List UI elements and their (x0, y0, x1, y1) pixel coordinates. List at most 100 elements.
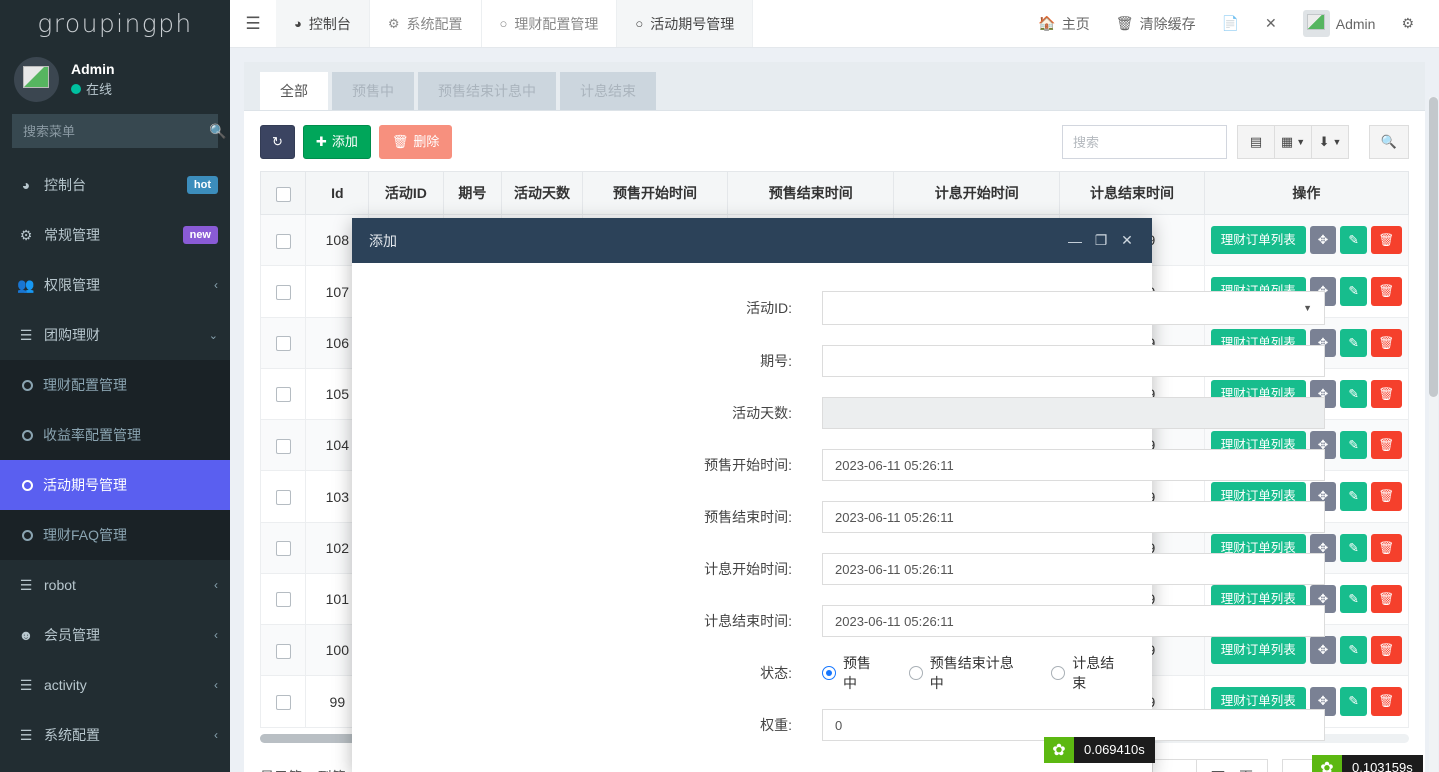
row-select-cell[interactable] (261, 471, 306, 522)
edit-button[interactable]: ✎ (1340, 585, 1367, 613)
sidebar-item-groupbuy[interactable]: ☰ 团购理财 ⌄ (0, 310, 230, 360)
delete-row-button[interactable]: 🗑 (1371, 431, 1402, 459)
move-button[interactable]: ✥ (1310, 226, 1337, 254)
checkbox-icon[interactable] (276, 541, 291, 556)
sidebar-item-permissions[interactable]: 👥 权限管理 ‹ (0, 260, 230, 310)
col-interest-start[interactable]: 计息开始时间 (894, 172, 1060, 215)
col-id[interactable]: Id (306, 172, 369, 215)
row-select-cell[interactable] (261, 625, 306, 676)
radio-icon[interactable] (822, 666, 836, 680)
row-select-cell[interactable] (261, 215, 306, 266)
edit-button[interactable]: ✎ (1340, 482, 1367, 510)
checkbox-icon[interactable] (276, 336, 291, 351)
row-select-cell[interactable] (261, 676, 306, 727)
menu-search-input[interactable] (13, 124, 209, 139)
menu-search[interactable]: 🔍 (12, 114, 218, 148)
status-option-presale[interactable]: 预售中 (822, 653, 885, 693)
checkbox-icon[interactable] (276, 490, 291, 505)
tab-activity-period[interactable]: ○ 活动期号管理 (617, 0, 753, 47)
sidebar-subitem-yield-config[interactable]: 收益率配置管理 (0, 410, 230, 460)
refresh-button[interactable]: ↻ (260, 125, 295, 159)
delete-row-button[interactable]: 🗑 (1371, 687, 1402, 715)
row-select-cell[interactable] (261, 522, 306, 573)
row-select-cell[interactable] (261, 573, 306, 624)
interest-start-input[interactable] (822, 553, 1325, 585)
sidebar-item-dashboard[interactable]: ◕ 控制台 hot (0, 160, 230, 210)
delete-row-button[interactable]: 🗑 (1371, 636, 1402, 664)
col-interest-end[interactable]: 计息结束时间 (1060, 172, 1204, 215)
delete-row-button[interactable]: 🗑 (1371, 534, 1402, 562)
checkbox-icon[interactable] (276, 234, 291, 249)
checkbox-icon[interactable] (276, 187, 291, 202)
tab-dashboard[interactable]: ◕ 控制台 (276, 0, 370, 47)
interest-end-input[interactable] (822, 605, 1325, 637)
sidebar-item-system-config[interactable]: ☰ 系统配置 ‹ (0, 710, 230, 760)
page-scrollbar-thumb[interactable] (1429, 97, 1438, 397)
delete-button[interactable]: 🗑 删除 (379, 125, 453, 159)
checkbox-icon[interactable] (276, 387, 291, 402)
checkbox-icon[interactable] (276, 439, 291, 454)
page-scrollbar[interactable] (1429, 97, 1438, 772)
search-input[interactable] (1062, 125, 1227, 159)
col-activity-id[interactable]: 活动ID (369, 172, 443, 215)
col-presale-start[interactable]: 预售开始时间 (582, 172, 727, 215)
delete-row-button[interactable]: 🗑 (1371, 380, 1402, 408)
sidebar-item-general[interactable]: ⚙ 常规管理 new (0, 210, 230, 260)
select-all-header[interactable] (261, 172, 306, 215)
period-input[interactable] (822, 345, 1325, 377)
user-menu-button[interactable]: Admin (1290, 0, 1389, 48)
content-tab-ended[interactable]: 计息结束 (560, 72, 656, 110)
col-presale-end[interactable]: 预售结束时间 (728, 172, 894, 215)
content-tab-all[interactable]: 全部 (260, 72, 328, 110)
checkbox-icon[interactable] (276, 592, 291, 607)
edit-button[interactable]: ✎ (1340, 226, 1367, 254)
edit-button[interactable]: ✎ (1340, 687, 1367, 715)
tab-finance-config[interactable]: ○ 理财配置管理 (482, 0, 618, 47)
delete-row-button[interactable]: 🗑 (1371, 482, 1402, 510)
radio-icon[interactable] (1051, 666, 1065, 680)
sidebar-subitem-activity-period[interactable]: 活动期号管理 (0, 460, 230, 510)
status-option-accruing[interactable]: 预售结束计息中 (909, 653, 1028, 693)
delete-row-button[interactable]: 🗑 (1371, 226, 1402, 254)
delete-row-button[interactable]: 🗑 (1371, 277, 1402, 305)
radio-icon[interactable] (909, 666, 923, 680)
order-list-button[interactable]: 理财订单列表 (1211, 226, 1306, 254)
checkbox-icon[interactable] (276, 695, 291, 710)
col-days[interactable]: 活动天数 (502, 172, 582, 215)
sidebar-item-activity[interactable]: ☰ activity ‹ (0, 660, 230, 710)
close-icon[interactable]: ✕ (1114, 226, 1140, 256)
edit-button[interactable]: ✎ (1340, 329, 1367, 357)
presale-start-input[interactable] (822, 449, 1325, 481)
advanced-search-button[interactable]: 🔍 (1369, 125, 1409, 159)
menu-toggle-button[interactable]: ☰ (230, 0, 276, 47)
sidebar-subitem-finance-config[interactable]: 理财配置管理 (0, 360, 230, 410)
home-button[interactable]: 🏠 主页 (1025, 0, 1102, 48)
sidebar-item-robot[interactable]: ☰ robot ‹ (0, 560, 230, 610)
page-11[interactable]: 11 (1152, 759, 1197, 772)
delete-row-button[interactable]: 🗑 (1371, 585, 1402, 613)
row-select-cell[interactable] (261, 266, 306, 317)
activity-id-select[interactable]: ▼ (822, 291, 1325, 325)
brand-logo[interactable]: groupingph (0, 0, 230, 48)
row-select-cell[interactable] (261, 368, 306, 419)
presale-end-input[interactable] (822, 501, 1325, 533)
col-period[interactable]: 期号 (443, 172, 502, 215)
add-button[interactable]: ✚ 添加 (303, 125, 371, 159)
maximize-icon[interactable]: ❐ (1088, 226, 1114, 256)
content-tab-presale[interactable]: 预售中 (332, 72, 414, 110)
status-option-ended[interactable]: 计息结束 (1051, 653, 1128, 693)
columns-button[interactable]: ▦▼ (1274, 125, 1312, 159)
tab-system-config[interactable]: ⚙ 系统配置 (370, 0, 482, 47)
fullscreen-button[interactable]: ✕ (1252, 0, 1290, 48)
row-select-cell[interactable] (261, 317, 306, 368)
minimize-icon[interactable]: — (1062, 226, 1088, 256)
content-tab-accruing[interactable]: 预售结束计息中 (418, 72, 556, 110)
sidebar-item-members[interactable]: ☻ 会员管理 ‹ (0, 610, 230, 660)
edit-button[interactable]: ✎ (1340, 277, 1367, 305)
order-list-button[interactable]: 理财订单列表 (1211, 636, 1306, 664)
clear-cache-button[interactable]: 🗑 清除缓存 (1103, 0, 1209, 48)
clipboard-button[interactable]: 📄 (1209, 0, 1252, 48)
fullscreen-table-button[interactable]: ▤ (1237, 125, 1275, 159)
settings-button[interactable]: ⚙ (1388, 0, 1427, 48)
export-button[interactable]: ⬇▼ (1311, 125, 1349, 159)
